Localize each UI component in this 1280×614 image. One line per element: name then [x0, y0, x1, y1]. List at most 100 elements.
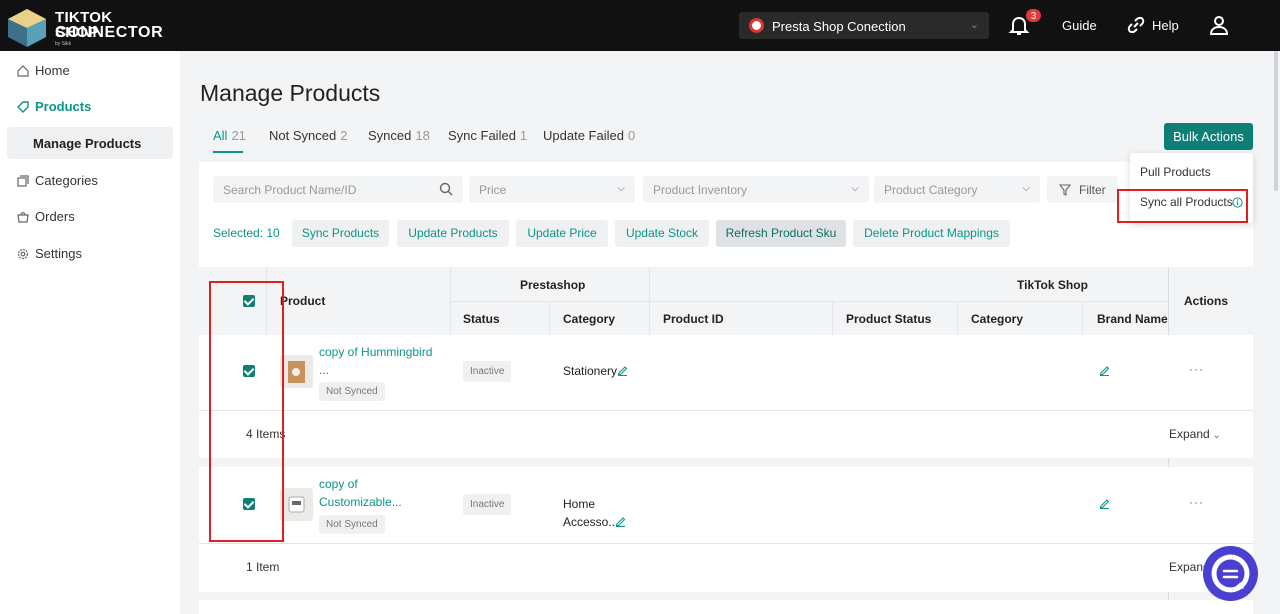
shop-connection-select[interactable]: Presta Shop Conection ⌄ [739, 12, 989, 39]
active-tab-indicator [213, 151, 243, 153]
sidebar-item-home[interactable]: Home [0, 56, 180, 86]
tab-update-failed[interactable]: Update Failed 0 [543, 128, 635, 143]
bulk-actions-button[interactable]: Bulk Actions [1164, 123, 1253, 150]
inventory-placeholder: Product Inventory [653, 183, 748, 197]
price-select[interactable]: Price ⌵ [469, 176, 635, 203]
header-divider [832, 301, 833, 335]
tag-icon [17, 101, 29, 113]
search-input[interactable]: Search Product Name/ID [213, 176, 463, 203]
tt-category-column-header: Category [971, 312, 1024, 326]
product-image [288, 496, 305, 513]
tab-not-synced[interactable]: Not Synced 2 [269, 128, 347, 143]
edit-icon[interactable] [1099, 365, 1110, 376]
update-price-button[interactable]: Update Price [516, 220, 608, 247]
tab-count: 1 [519, 128, 528, 143]
sidebar-item-label: Home [35, 63, 70, 78]
tiktok-column-group: TikTok Shop [1017, 278, 1088, 292]
sidebar: Home Products Manage Products Categories… [0, 51, 180, 614]
tab-synced[interactable]: Synced 18 [368, 128, 430, 143]
sidebar-item-categories[interactable]: Categories [0, 166, 180, 196]
tab-label: Synced [368, 128, 412, 143]
tab-all[interactable]: All 21 [213, 128, 246, 143]
highlight-sync-all-products [1117, 189, 1248, 223]
product-thumbnail[interactable] [280, 488, 313, 521]
category-line: Accesso... [563, 515, 619, 529]
product-image [288, 361, 305, 383]
header-divider [549, 301, 550, 335]
product-name-line: copy of Hummingbird [319, 345, 433, 359]
logo-title-line2: CONNECTOR [55, 24, 164, 41]
user-icon[interactable] [1209, 15, 1229, 35]
category-line: Home [563, 497, 596, 511]
selected-count: Selected: 10 [213, 226, 280, 240]
sidebar-item-label: Manage Products [33, 136, 142, 151]
price-placeholder: Price [479, 183, 507, 197]
more-actions-button[interactable]: ··· [1189, 495, 1204, 509]
header-divider [1082, 301, 1083, 335]
category-text: Stationery [563, 364, 618, 378]
highlight-checkbox-column [209, 281, 284, 542]
sidebar-item-settings[interactable]: Settings [0, 239, 180, 269]
chat-support-button[interactable] [1203, 546, 1258, 601]
top-header: TIKTOK SHOP CONNECTOR by Sikk Presta Sho… [0, 0, 1280, 51]
guide-link[interactable]: Guide [1062, 18, 1097, 33]
variants-summary-row [199, 544, 1253, 592]
chevron-down-icon: ⌵ [617, 183, 625, 194]
sidebar-item-label: Categories [35, 173, 98, 188]
tt-product-status-column-header: Product Status [846, 312, 932, 326]
category-placeholder: Product Category [884, 183, 978, 197]
help-link[interactable]: Help [1152, 18, 1179, 33]
tab-count: 18 [415, 128, 430, 143]
sidebar-item-orders[interactable]: Orders [0, 202, 180, 232]
scrollbar-thumb[interactable] [1274, 51, 1278, 191]
page-title: Manage Products [200, 80, 381, 106]
tab-label: Update Failed [543, 128, 624, 143]
update-products-button[interactable]: Update Products [397, 220, 509, 247]
chevron-down-icon: ⌵ [1022, 183, 1030, 194]
tab-count: 0 [627, 128, 636, 143]
filter-button[interactable]: Filter [1047, 176, 1118, 203]
orders-icon [17, 212, 29, 223]
ps-status-column-header: Status [463, 312, 500, 326]
pull-products-menu-item[interactable]: Pull Products [1140, 165, 1211, 179]
link-icon [1127, 16, 1145, 34]
search-placeholder: Search Product Name/ID [223, 183, 357, 197]
page-scrollbar[interactable] [1272, 51, 1280, 614]
prestashop-column-group: Prestashop [520, 278, 586, 292]
expand-button[interactable]: Expand ⌄ [1169, 427, 1221, 441]
status-badge: Inactive [463, 361, 512, 382]
header-divider [450, 301, 1168, 302]
product-name-link[interactable]: copy of Hummingbird ... [319, 343, 444, 379]
sidebar-item-products[interactable]: Products [0, 92, 180, 122]
chevron-down-icon: ⌵ [851, 183, 859, 194]
tab-label: All [213, 128, 228, 143]
edit-icon[interactable] [615, 516, 626, 527]
items-count: 1 Item [246, 560, 280, 574]
update-stock-button[interactable]: Update Stock [615, 220, 709, 247]
sync-products-button[interactable]: Sync Products [292, 220, 389, 247]
app-logo[interactable]: TIKTOK SHOP CONNECTOR by Sikk [6, 6, 163, 47]
tab-label: Sync Failed [448, 128, 516, 143]
tab-sync-failed[interactable]: Sync Failed 1 [448, 128, 527, 143]
inventory-select[interactable]: Product Inventory ⌵ [643, 176, 869, 203]
product-thumbnail[interactable] [280, 355, 313, 388]
more-actions-button[interactable]: ··· [1189, 362, 1204, 376]
product-name-line: Customizable... [319, 495, 402, 509]
actions-column-header: Actions [1184, 294, 1229, 308]
sidebar-item-manage-products[interactable]: Manage Products [7, 127, 173, 159]
tab-count: 2 [340, 128, 348, 143]
home-icon [17, 65, 29, 77]
notification-badge: 3 [1025, 8, 1042, 23]
edit-icon[interactable] [1099, 498, 1110, 509]
gear-icon [17, 248, 29, 260]
chevron-down-icon: ⌄ [1209, 430, 1221, 441]
category-select[interactable]: Product Category ⌵ [874, 176, 1040, 203]
table-row [199, 600, 1253, 614]
refresh-product-sku-button[interactable]: Refresh Product Sku [716, 220, 846, 247]
edit-icon[interactable] [617, 365, 628, 376]
expand-label: Expand [1169, 427, 1210, 441]
product-name-line: copy of [319, 477, 358, 491]
ps-category-column-header: Category [563, 312, 616, 326]
delete-product-mappings-button[interactable]: Delete Product Mappings [853, 220, 1010, 247]
product-name-link[interactable]: copy of Customizable... [319, 475, 444, 511]
